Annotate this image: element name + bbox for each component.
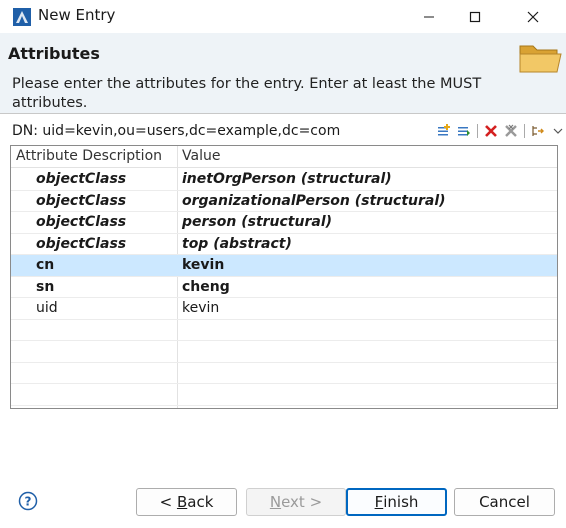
next-button-label: ext > <box>281 493 323 511</box>
minimize-button[interactable] <box>406 0 452 33</box>
attribute-name-cell[interactable]: objectClass <box>36 214 126 230</box>
page-description: Please enter the attributes for the entr… <box>12 76 482 111</box>
cancel-button-label: Cancel <box>479 493 530 511</box>
attribute-value-cell[interactable]: cheng <box>182 279 230 295</box>
next-button-mnemonic: N <box>269 493 282 511</box>
table-row[interactable]: objectClass person (structural) <box>11 212 557 234</box>
toolbar-separator <box>524 124 525 138</box>
attribute-name-cell[interactable]: objectClass <box>36 171 126 187</box>
finish-button-label: inish <box>383 493 419 511</box>
next-button[interactable]: Next > <box>246 488 346 516</box>
page-title: Attributes <box>8 44 100 63</box>
window-title: New Entry <box>38 6 116 24</box>
attribute-value-cell[interactable]: kevin <box>182 300 219 316</box>
attributes-table[interactable]: Attribute Description Value objectClass i… <box>10 145 558 409</box>
back-button-prefix: < <box>159 493 177 511</box>
attribute-value-cell[interactable]: organizationalPerson (structural) <box>182 193 446 209</box>
attribute-name-cell[interactable]: objectClass <box>36 236 126 252</box>
close-button[interactable] <box>510 0 556 33</box>
table-row[interactable]: cn kevin <box>11 255 557 277</box>
table-row-empty <box>11 384 557 406</box>
table-row[interactable]: objectClass top (abstract) <box>11 234 557 255</box>
attribute-name-cell[interactable]: uid <box>36 300 58 316</box>
table-row-empty <box>11 341 557 363</box>
delete-all-icon[interactable] <box>503 123 519 139</box>
attribute-name-cell[interactable]: sn <box>36 279 54 295</box>
back-button-mnemonic: B <box>176 493 188 511</box>
attribute-name-cell[interactable]: objectClass <box>36 193 126 209</box>
ldap-app-icon <box>12 7 32 27</box>
table-row-empty <box>11 320 557 341</box>
new-value-icon[interactable] <box>456 123 472 139</box>
attribute-toolbar <box>436 122 566 140</box>
attribute-name-cell[interactable]: cn <box>36 257 54 273</box>
maximize-button[interactable] <box>452 0 498 33</box>
dn-label: DN: uid=kevin,ou=users,dc=example,dc=com <box>12 123 341 139</box>
folder-icon <box>517 40 563 76</box>
column-header-value[interactable]: Value <box>182 148 220 164</box>
attribute-value-cell[interactable]: top (abstract) <box>182 236 292 252</box>
table-row[interactable]: uid kevin <box>11 298 557 320</box>
back-button-label: ack <box>187 493 214 511</box>
attribute-value-cell[interactable]: kevin <box>182 257 224 273</box>
wizard-header: Attributes Please enter the attributes f… <box>0 33 566 113</box>
header-divider <box>0 113 566 114</box>
toolbar-separator <box>477 124 478 138</box>
table-row[interactable]: objectClass inetOrgPerson (structural) <box>11 169 557 191</box>
expand-icon[interactable] <box>530 123 546 139</box>
title-bar: New Entry <box>0 0 566 33</box>
cancel-button[interactable]: Cancel <box>454 488 555 516</box>
attribute-value-cell[interactable]: inetOrgPerson (structural) <box>182 171 392 187</box>
new-attribute-icon[interactable] <box>436 123 452 139</box>
finish-button[interactable]: Finish <box>346 488 447 516</box>
back-button[interactable]: < Back <box>136 488 237 516</box>
finish-button-mnemonic: F <box>374 493 384 511</box>
help-icon[interactable]: ? <box>18 491 38 511</box>
svg-text:?: ? <box>25 495 32 509</box>
menu-dropdown-icon[interactable] <box>550 123 566 139</box>
attribute-value-cell[interactable]: person (structural) <box>182 214 332 230</box>
table-header: Attribute Description Value <box>11 146 557 168</box>
delete-icon[interactable] <box>483 123 499 139</box>
column-header-attribute[interactable]: Attribute Description <box>16 148 162 164</box>
table-row-empty <box>11 363 557 384</box>
table-row[interactable]: objectClass organizationalPerson (structu… <box>11 191 557 212</box>
table-row[interactable]: sn cheng <box>11 277 557 298</box>
